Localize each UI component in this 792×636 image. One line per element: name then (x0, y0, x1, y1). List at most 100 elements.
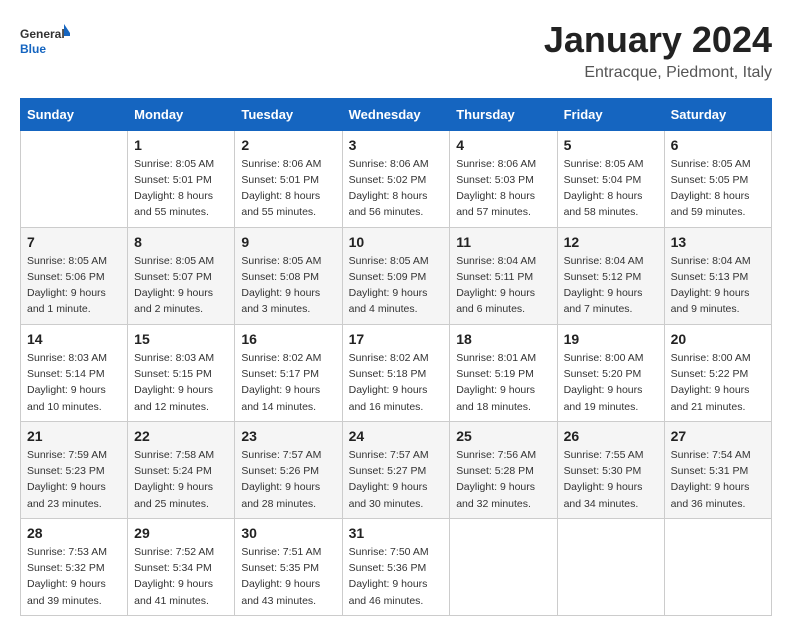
main-title: January 2024 (544, 20, 772, 60)
day-number: 10 (349, 234, 444, 250)
calendar-cell: 15 Sunrise: 8:03 AMSunset: 5:15 PMDayligh… (128, 324, 235, 421)
week-row-1: 1 Sunrise: 8:05 AMSunset: 5:01 PMDaylight… (21, 130, 772, 227)
calendar-cell: 29Sunrise: 7:52 AMSunset: 5:34 PMDayligh… (128, 518, 235, 615)
day-number: 16 (241, 331, 335, 347)
week-row-4: 21Sunrise: 7:59 AMSunset: 5:23 PMDayligh… (21, 421, 772, 518)
day-info: Sunrise: 8:00 AMSunset: 5:22 PMDaylight:… (671, 350, 765, 415)
sub-title: Entracque, Piedmont, Italy (544, 64, 772, 82)
day-number: 31 (349, 525, 444, 541)
calendar-cell: 7 Sunrise: 8:05 AMSunset: 5:06 PMDaylight… (21, 227, 128, 324)
calendar-cell: 11 Sunrise: 8:04 AMSunset: 5:11 PMDayligh… (450, 227, 557, 324)
calendar-cell (21, 130, 128, 227)
week-row-5: 28 Sunrise: 7:53 AMSunset: 5:32 PMDayligh… (21, 518, 772, 615)
svg-text:Blue: Blue (20, 42, 46, 56)
day-number: 30 (241, 525, 335, 541)
calendar-cell: 3 Sunrise: 8:06 AMSunset: 5:02 PMDaylight… (342, 130, 450, 227)
calendar-cell: 10 Sunrise: 8:05 AMSunset: 5:09 PMDayligh… (342, 227, 450, 324)
day-info: Sunrise: 8:04 AMSunset: 5:13 PMDaylight:… (671, 253, 765, 318)
day-number: 14 (27, 331, 121, 347)
day-info: Sunrise: 7:51 AMSunset: 5:35 PMDaylight:… (241, 544, 335, 609)
day-number: 6 (671, 137, 765, 153)
day-number: 5 (564, 137, 658, 153)
column-header-tuesday: Tuesday (235, 98, 342, 130)
day-number: 7 (27, 234, 121, 250)
day-number: 24 (349, 428, 444, 444)
calendar-cell (450, 518, 557, 615)
day-number: 20 (671, 331, 765, 347)
title-area: January 2024 Entracque, Piedmont, Italy (544, 20, 772, 82)
calendar-cell: 31 Sunrise: 7:50 AMSunset: 5:36 PMDayligh… (342, 518, 450, 615)
day-info: Sunrise: 8:05 AMSunset: 5:08 PMDaylight:… (241, 253, 335, 318)
calendar-cell: 12 Sunrise: 8:04 AMSunset: 5:12 PMDayligh… (557, 227, 664, 324)
day-info: Sunrise: 8:05 AMSunset: 5:07 PMDaylight:… (134, 253, 228, 318)
column-header-sunday: Sunday (21, 98, 128, 130)
column-header-friday: Friday (557, 98, 664, 130)
day-number: 11 (456, 234, 550, 250)
day-info: Sunrise: 7:56 AMSunset: 5:28 PMDaylight:… (456, 447, 550, 512)
day-info: Sunrise: 7:52 AMSunset: 5:34 PMDaylight:… (134, 544, 228, 609)
day-info: Sunrise: 8:02 AMSunset: 5:17 PMDaylight:… (241, 350, 335, 415)
calendar-cell: 5 Sunrise: 8:05 AMSunset: 5:04 PMDaylight… (557, 130, 664, 227)
calendar-cell: 16 Sunrise: 8:02 AMSunset: 5:17 PMDayligh… (235, 324, 342, 421)
calendar-table: SundayMondayTuesdayWednesdayThursdayFrid… (20, 98, 772, 616)
day-number: 2 (241, 137, 335, 153)
calendar-cell: 1 Sunrise: 8:05 AMSunset: 5:01 PMDaylight… (128, 130, 235, 227)
day-info: Sunrise: 7:50 AMSunset: 5:36 PMDaylight:… (349, 544, 444, 609)
day-number: 3 (349, 137, 444, 153)
day-number: 12 (564, 234, 658, 250)
column-header-monday: Monday (128, 98, 235, 130)
calendar-cell: 9 Sunrise: 8:05 AMSunset: 5:08 PMDaylight… (235, 227, 342, 324)
day-info: Sunrise: 8:04 AMSunset: 5:12 PMDaylight:… (564, 253, 658, 318)
calendar-cell: 23 Sunrise: 7:57 AMSunset: 5:26 PMDayligh… (235, 421, 342, 518)
calendar-cell: 19 Sunrise: 8:00 AMSunset: 5:20 PMDayligh… (557, 324, 664, 421)
day-number: 28 (27, 525, 121, 541)
day-info: Sunrise: 8:06 AMSunset: 5:02 PMDaylight:… (349, 156, 444, 221)
calendar-cell: 28 Sunrise: 7:53 AMSunset: 5:32 PMDayligh… (21, 518, 128, 615)
day-info: Sunrise: 7:53 AMSunset: 5:32 PMDaylight:… (27, 544, 121, 609)
week-row-3: 14 Sunrise: 8:03 AMSunset: 5:14 PMDayligh… (21, 324, 772, 421)
day-info: Sunrise: 8:00 AMSunset: 5:20 PMDaylight:… (564, 350, 658, 415)
day-info: Sunrise: 7:55 AMSunset: 5:30 PMDaylight:… (564, 447, 658, 512)
day-info: Sunrise: 7:58 AMSunset: 5:24 PMDaylight:… (134, 447, 228, 512)
day-number: 27 (671, 428, 765, 444)
day-info: Sunrise: 8:05 AMSunset: 5:04 PMDaylight:… (564, 156, 658, 221)
day-number: 23 (241, 428, 335, 444)
day-number: 1 (134, 137, 228, 153)
day-info: Sunrise: 8:05 AMSunset: 5:06 PMDaylight:… (27, 253, 121, 318)
svg-text:General: General (20, 27, 65, 41)
calendar-cell: 14 Sunrise: 8:03 AMSunset: 5:14 PMDayligh… (21, 324, 128, 421)
calendar-cell (557, 518, 664, 615)
day-number: 8 (134, 234, 228, 250)
day-number: 4 (456, 137, 550, 153)
column-header-saturday: Saturday (664, 98, 771, 130)
day-info: Sunrise: 7:57 AMSunset: 5:27 PMDaylight:… (349, 447, 444, 512)
calendar-cell (664, 518, 771, 615)
day-number: 9 (241, 234, 335, 250)
day-info: Sunrise: 8:03 AMSunset: 5:14 PMDaylight:… (27, 350, 121, 415)
day-info: Sunrise: 8:01 AMSunset: 5:19 PMDaylight:… (456, 350, 550, 415)
column-header-thursday: Thursday (450, 98, 557, 130)
calendar-cell: 20 Sunrise: 8:00 AMSunset: 5:22 PMDayligh… (664, 324, 771, 421)
calendar-cell: 2 Sunrise: 8:06 AMSunset: 5:01 PMDaylight… (235, 130, 342, 227)
day-info: Sunrise: 8:06 AMSunset: 5:01 PMDaylight:… (241, 156, 335, 221)
calendar-cell: 8 Sunrise: 8:05 AMSunset: 5:07 PMDaylight… (128, 227, 235, 324)
week-row-2: 7 Sunrise: 8:05 AMSunset: 5:06 PMDaylight… (21, 227, 772, 324)
header: General Blue January 2024 Entracque, Pie… (20, 20, 772, 82)
day-number: 21 (27, 428, 121, 444)
day-info: Sunrise: 8:05 AMSunset: 5:01 PMDaylight:… (134, 156, 228, 221)
calendar-cell: 13Sunrise: 8:04 AMSunset: 5:13 PMDayligh… (664, 227, 771, 324)
day-info: Sunrise: 8:05 AMSunset: 5:09 PMDaylight:… (349, 253, 444, 318)
day-number: 15 (134, 331, 228, 347)
calendar-cell: 6Sunrise: 8:05 AMSunset: 5:05 PMDaylight… (664, 130, 771, 227)
column-headers: SundayMondayTuesdayWednesdayThursdayFrid… (21, 98, 772, 130)
day-number: 19 (564, 331, 658, 347)
day-info: Sunrise: 8:03 AMSunset: 5:15 PMDaylight:… (134, 350, 228, 415)
column-header-wednesday: Wednesday (342, 98, 450, 130)
calendar-cell: 21Sunrise: 7:59 AMSunset: 5:23 PMDayligh… (21, 421, 128, 518)
day-number: 22 (134, 428, 228, 444)
day-info: Sunrise: 8:06 AMSunset: 5:03 PMDaylight:… (456, 156, 550, 221)
day-info: Sunrise: 7:54 AMSunset: 5:31 PMDaylight:… (671, 447, 765, 512)
day-info: Sunrise: 7:57 AMSunset: 5:26 PMDaylight:… (241, 447, 335, 512)
calendar-cell: 18Sunrise: 8:01 AMSunset: 5:19 PMDayligh… (450, 324, 557, 421)
day-info: Sunrise: 8:04 AMSunset: 5:11 PMDaylight:… (456, 253, 550, 318)
